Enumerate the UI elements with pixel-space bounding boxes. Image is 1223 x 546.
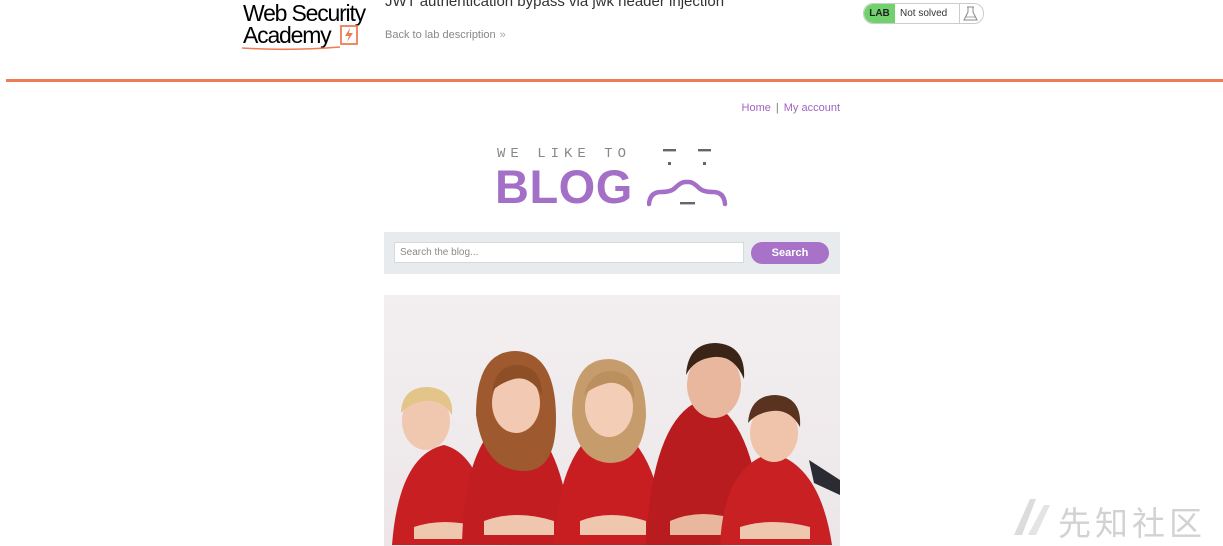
header-divider bbox=[6, 79, 1223, 82]
search-button[interactable]: Search bbox=[751, 242, 829, 264]
search-input[interactable] bbox=[394, 242, 744, 263]
logo-line-2: Academy bbox=[243, 22, 332, 48]
blog-logo: WE LIKE TO BLOG bbox=[495, 144, 737, 214]
nav-home-link[interactable]: Home bbox=[742, 102, 771, 114]
nav-separator: | bbox=[775, 102, 779, 114]
watermark: 先知社区 bbox=[1010, 495, 1210, 542]
flask-icon bbox=[959, 4, 982, 23]
watermark-logo-icon bbox=[1014, 499, 1050, 535]
lab-badge: LAB bbox=[864, 4, 895, 23]
web-security-academy-logo[interactable]: Web Security Academy bbox=[241, 1, 376, 51]
blog-face-icon bbox=[647, 149, 728, 207]
search-bar: Search bbox=[384, 232, 840, 274]
logo-underline bbox=[241, 46, 341, 51]
academy-header: Web Security Academy JWT authentication … bbox=[0, 0, 1223, 82]
nav-my-account-link[interactable]: My account bbox=[784, 102, 840, 114]
lab-status-widget: LAB Not solved bbox=[863, 3, 984, 24]
lightning-mark-icon bbox=[340, 25, 358, 45]
blog-wordmark: BLOG bbox=[495, 160, 633, 213]
watermark-text: 先知社区 bbox=[1058, 505, 1206, 542]
back-link-label: Back to lab description bbox=[385, 29, 496, 41]
top-nav: Home | My account bbox=[742, 102, 840, 114]
family-photo-image bbox=[384, 295, 840, 546]
lab-title: JWT authentication bypass via jwk header… bbox=[385, 0, 725, 10]
lab-status-text: Not solved bbox=[900, 8, 948, 19]
blog-post-image[interactable] bbox=[384, 295, 840, 546]
back-to-lab-description-link[interactable]: Back to lab description» bbox=[385, 29, 506, 41]
double-chevron-right-icon: » bbox=[499, 29, 506, 41]
